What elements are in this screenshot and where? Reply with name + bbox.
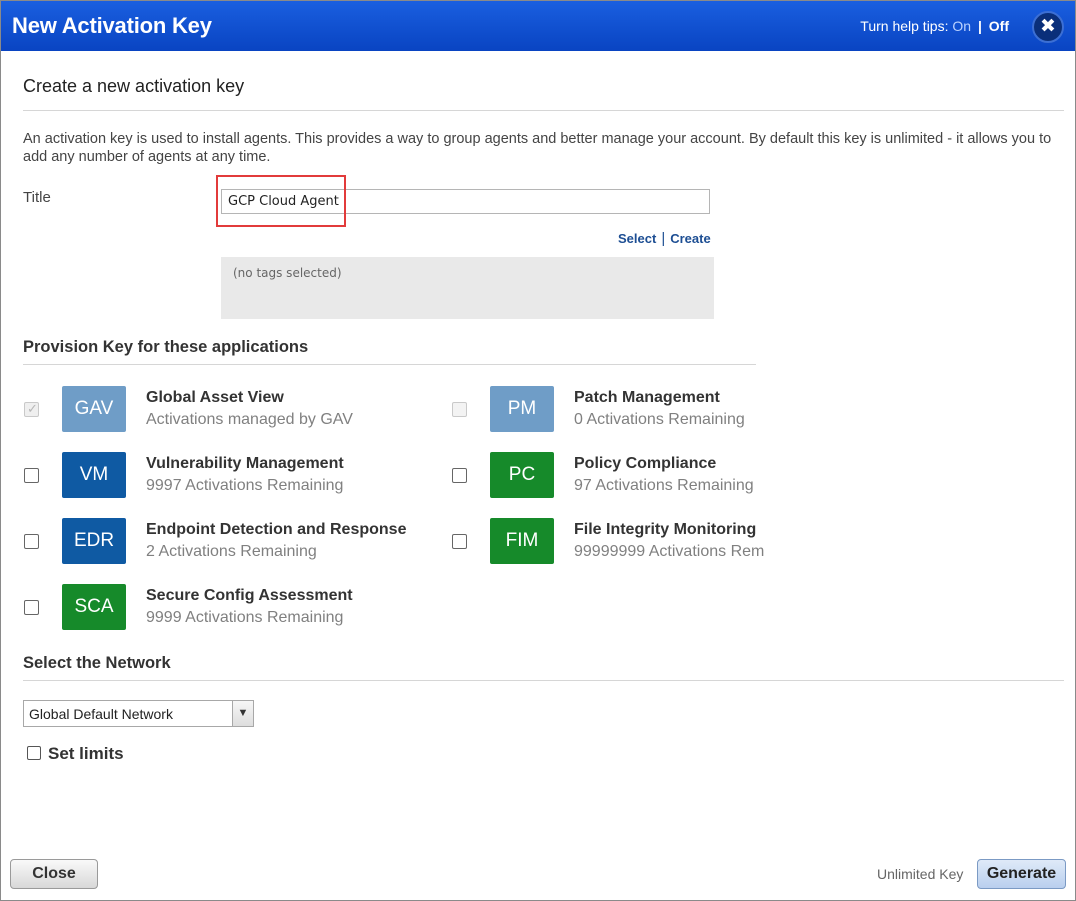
title-label: Title (23, 189, 51, 206)
app-checkbox-sca[interactable] (24, 600, 39, 615)
app-checkbox-vm[interactable] (24, 468, 39, 483)
app-checkbox-pm (452, 402, 467, 417)
section-heading: Create a new activation key (23, 76, 245, 96)
activation-key-dialog: New Activation Key Turn help tips: On | … (0, 0, 1076, 901)
app-name: Global Asset View (146, 389, 284, 406)
app-name: Vulnerability Management (146, 455, 344, 472)
app-checkbox-gav (24, 401, 39, 417)
app-badge-sca: SCA (62, 584, 126, 630)
app-item-pc[interactable]: PC Policy Compliance 97 Activations Remain… (452, 452, 872, 502)
app-checkbox-edr[interactable] (24, 534, 39, 549)
app-name: Endpoint Detection and Response (146, 521, 407, 538)
app-name: File Integrity Monitoring (574, 521, 757, 538)
select-tags-link[interactable]: Select (618, 231, 656, 246)
app-item-gav[interactable]: GAV Global Asset View Activations managed … (24, 386, 444, 436)
network-select[interactable]: Global Default Network ▼ (23, 700, 254, 727)
app-badge-fim: FIM (490, 518, 554, 564)
app-status: 2 Activations Remaining (146, 543, 317, 560)
close-button[interactable]: Close (10, 859, 98, 889)
dialog-title: New Activation Key (12, 13, 212, 38)
key-type-text: Unlimited Key (877, 866, 964, 882)
help-tips-label: Turn help tips: (860, 18, 949, 34)
set-limits-checkbox[interactable] (27, 746, 41, 760)
app-status: 97 Activations Remaining (574, 477, 754, 494)
app-checkbox-pc[interactable] (452, 468, 467, 483)
app-item-fim[interactable]: FIM File Integrity Monitoring 99999999 Act… (452, 518, 872, 568)
title-input[interactable] (221, 189, 710, 214)
app-status: 99999999 Activations Rem (574, 543, 765, 560)
description-text: An activation key is used to install age… (23, 131, 1052, 165)
app-item-edr[interactable]: EDR Endpoint Detection and Response 2 Acti… (24, 518, 444, 568)
tag-links: Select | Create (618, 230, 711, 247)
provision-heading: Provision Key for these applications (23, 338, 309, 356)
app-name: Patch Management (574, 389, 720, 406)
app-badge-gav: GAV (62, 386, 126, 432)
tags-box[interactable]: (no tags selected) (221, 257, 714, 319)
app-badge-pm: PM (490, 386, 554, 432)
close-icon[interactable]: ✖ (1032, 11, 1064, 43)
dialog-header: New Activation Key Turn help tips: On | … (1, 1, 1075, 51)
help-tips-on-link[interactable]: On (952, 18, 971, 34)
app-status: 9997 Activations Remaining (146, 477, 344, 494)
app-badge-edr: EDR (62, 518, 126, 564)
app-item-sca[interactable]: SCA Secure Config Assessment 9999 Activati… (24, 584, 444, 634)
help-tips-separator: | (977, 18, 982, 34)
help-tips-off-link[interactable]: Off (989, 18, 1009, 34)
set-limits-label[interactable]: Set limits (48, 744, 124, 764)
create-tag-link[interactable]: Create (670, 231, 710, 246)
tags-empty-text: (no tags selected) (233, 266, 342, 280)
app-badge-pc: PC (490, 452, 554, 498)
tag-links-separator: | (661, 230, 666, 247)
app-status: Activations managed by GAV (146, 411, 353, 428)
app-item-pm[interactable]: PM Patch Management 0 Activations Remainin… (452, 386, 872, 436)
network-heading: Select the Network (23, 654, 171, 672)
app-item-vm[interactable]: VM Vulnerability Management 9997 Activatio… (24, 452, 444, 502)
generate-button[interactable]: Generate (977, 859, 1066, 889)
divider (23, 680, 1064, 681)
help-tips-toggle: Turn help tips: On | Off (860, 18, 1009, 34)
divider (23, 364, 756, 365)
divider (23, 110, 1064, 111)
app-status: 0 Activations Remaining (574, 411, 745, 428)
app-checkbox-fim[interactable] (452, 534, 467, 549)
app-name: Policy Compliance (574, 455, 717, 472)
app-status: 9999 Activations Remaining (146, 609, 344, 626)
app-badge-vm: VM (62, 452, 126, 498)
network-select-value: Global Default Network (29, 706, 173, 722)
chevron-down-icon[interactable]: ▼ (232, 701, 253, 726)
app-name: Secure Config Assessment (146, 587, 353, 604)
